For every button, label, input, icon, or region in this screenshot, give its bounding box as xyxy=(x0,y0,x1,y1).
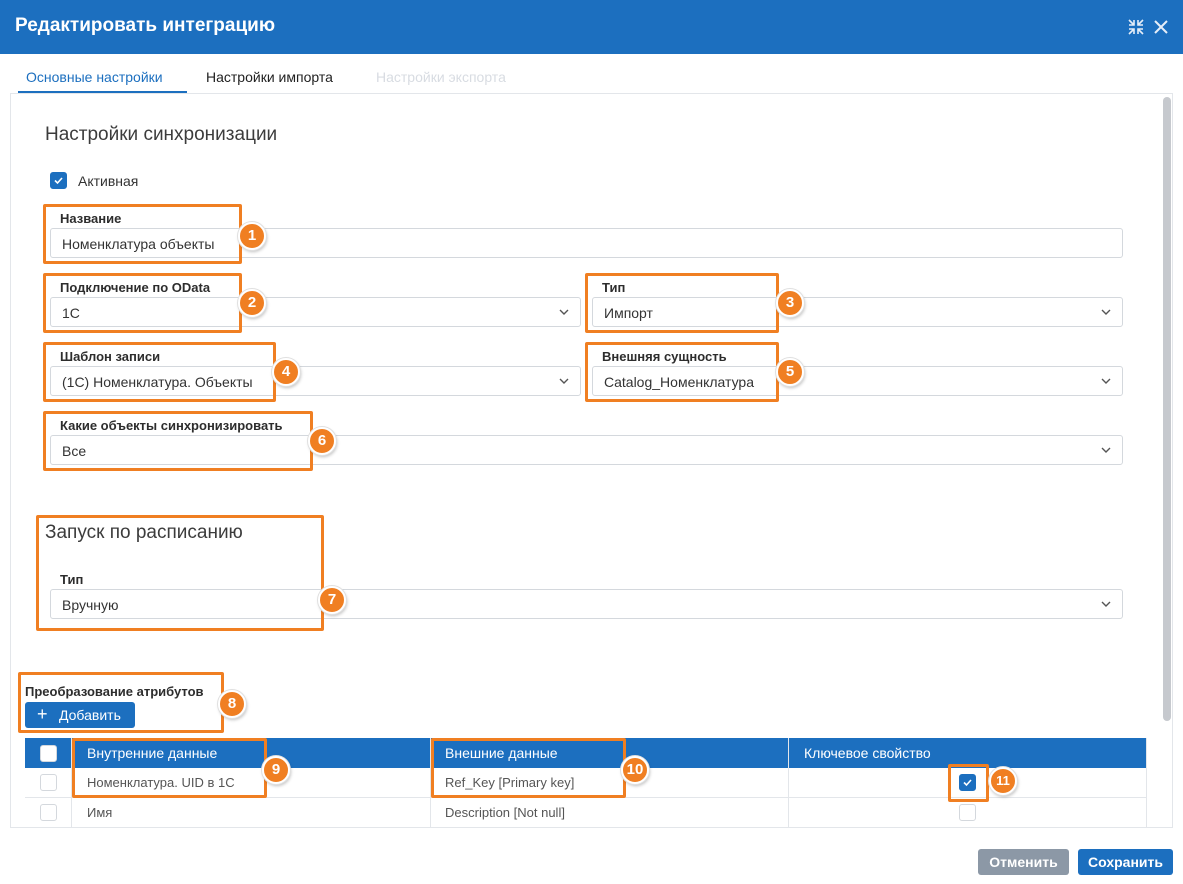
annotation-badge: 5 xyxy=(776,358,804,386)
annotation-badge: 4 xyxy=(272,358,300,386)
dialog-titlebar: Редактировать интеграцию xyxy=(0,0,1183,54)
tab-import-settings[interactable]: Настройки импорта xyxy=(206,69,333,85)
chevron-down-icon xyxy=(557,305,571,319)
highlight-attributes xyxy=(18,672,224,733)
grid-divider xyxy=(1146,738,1147,828)
annotation-badge: 2 xyxy=(238,289,266,317)
key-property-checkbox[interactable] xyxy=(959,804,976,821)
chevron-down-icon xyxy=(1099,305,1113,319)
tab-main-settings[interactable]: Основные настройки xyxy=(26,69,163,85)
external-cell: Description [Not null] xyxy=(445,805,565,820)
annotation-badge: 6 xyxy=(308,427,336,455)
grid-divider xyxy=(788,738,789,828)
highlight-external-entity xyxy=(585,342,779,402)
annotation-badge: 8 xyxy=(218,690,246,718)
active-label: Активная xyxy=(78,173,139,189)
highlight-key-property xyxy=(948,764,989,802)
highlight-connection xyxy=(43,273,242,333)
annotation-badge: 9 xyxy=(262,756,290,784)
dialog-title: Редактировать интеграцию xyxy=(15,15,276,36)
annotation-badge: 11 xyxy=(989,767,1017,795)
chevron-down-icon xyxy=(1099,374,1113,388)
panel-scrollbar[interactable] xyxy=(1163,97,1171,721)
column-key-header[interactable]: Ключевое свойство xyxy=(804,745,931,761)
highlight-internal-column xyxy=(72,738,267,798)
sync-section-title: Настройки синхронизации xyxy=(45,124,278,145)
chevron-down-icon xyxy=(1099,443,1113,457)
save-button[interactable]: Сохранить xyxy=(1078,849,1173,875)
cancel-button[interactable]: Отменить xyxy=(978,849,1069,875)
select-all-checkbox[interactable] xyxy=(40,745,57,762)
tab-export-settings: Настройки экспорта xyxy=(376,69,506,85)
annotation-badge: 3 xyxy=(776,289,804,317)
row-select-checkbox[interactable] xyxy=(40,804,57,821)
highlight-schedule xyxy=(36,515,324,631)
chevron-down-icon xyxy=(557,374,571,388)
tab-bar: Основные настройки Настройки импорта Нас… xyxy=(10,54,1173,94)
row-select-checkbox[interactable] xyxy=(40,774,57,791)
highlight-which-objects xyxy=(43,411,313,471)
highlight-name xyxy=(43,204,242,264)
annotation-badge: 7 xyxy=(318,586,346,614)
close-icon[interactable] xyxy=(1151,17,1171,37)
annotation-badge: 10 xyxy=(621,756,649,784)
internal-cell: Имя xyxy=(87,805,113,820)
active-checkbox[interactable] xyxy=(50,172,67,189)
highlight-template xyxy=(43,342,276,402)
annotation-badge: 1 xyxy=(238,222,266,250)
collapse-icon[interactable] xyxy=(1126,17,1146,37)
table-row[interactable]: Имя Description [Not null] xyxy=(25,798,1147,828)
highlight-external-column xyxy=(431,738,626,798)
highlight-type xyxy=(585,273,779,333)
chevron-down-icon xyxy=(1099,597,1113,611)
